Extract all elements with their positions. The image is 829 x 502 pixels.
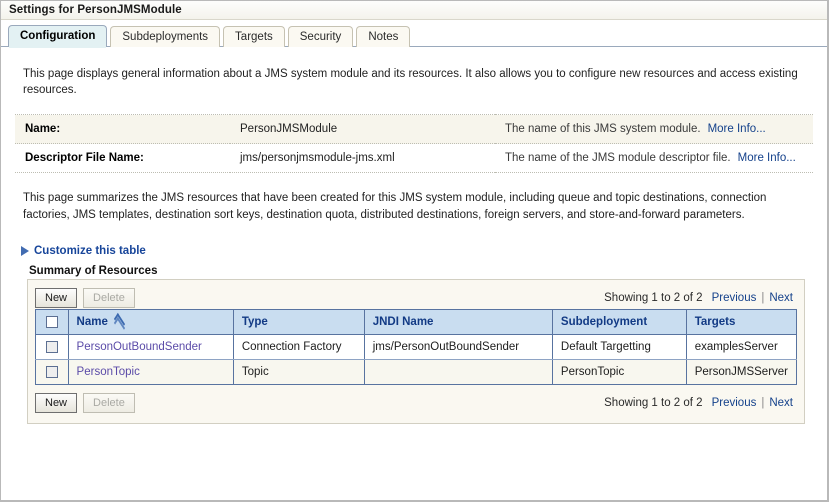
table-row: PersonOutBoundSender Connection Factory … [35, 334, 797, 361]
pager-top: Showing 1 to 2 of 2 Previous | Next [604, 292, 797, 304]
table-toolbar-top: New Delete Showing 1 to 2 of 2 Previous … [35, 287, 797, 309]
pager-separator-bottom: | [761, 397, 765, 410]
delete-button-bottom: Delete [83, 393, 135, 414]
pager-next-bottom[interactable]: Next [769, 397, 793, 409]
tab-security-label: Security [299, 31, 342, 43]
pager-previous-bottom[interactable]: Previous [712, 397, 757, 409]
cell-name: PersonOutBoundSender [68, 334, 234, 361]
triangle-right-icon [21, 246, 29, 257]
sort-ascending-icon [113, 318, 124, 326]
info-label-name: Name: [15, 114, 230, 145]
page-titlebar: Settings for PersonJMSModule [1, 1, 827, 20]
info-row-descriptor: Descriptor File Name: jms/personjmsmodul… [15, 143, 813, 174]
more-info-link-descriptor[interactable]: More Info... [738, 152, 796, 164]
settings-page: Settings for PersonJMSModule Configurati… [0, 0, 829, 502]
column-header-jndi-name[interactable]: JNDI Name [364, 309, 553, 336]
info-value-name: PersonJMSModule [230, 114, 495, 145]
pager-count-top: Showing 1 to 2 of 2 [604, 292, 703, 305]
new-button-bottom[interactable]: New [35, 393, 78, 414]
tab-notes[interactable]: Notes [356, 26, 411, 47]
intro-paragraph: This page displays general information a… [23, 68, 798, 96]
tab-subdeployments-label: Subdeployments [122, 31, 209, 43]
info-label-descriptor: Descriptor File Name: [15, 143, 230, 174]
resource-link-person-out-bound-sender[interactable]: PersonOutBoundSender [77, 341, 202, 353]
pager-separator-top: | [761, 292, 765, 305]
info-row-name: Name: PersonJMSModule The name of this J… [15, 114, 813, 145]
tab-security[interactable]: Security [287, 26, 354, 47]
row-checkbox[interactable] [45, 341, 58, 354]
column-header-name[interactable]: Name [68, 309, 234, 336]
select-all-checkbox[interactable] [45, 316, 58, 329]
tab-configuration[interactable]: Configuration [8, 25, 108, 48]
customize-table-row[interactable]: Customize this table [21, 245, 817, 257]
resource-link-person-topic[interactable]: PersonTopic [77, 366, 140, 378]
cell-type: Connection Factory [233, 334, 365, 361]
info-desc-descriptor: The name of the JMS module descriptor fi… [495, 143, 813, 174]
pager-next-top[interactable]: Next [769, 292, 793, 304]
cell-jndi-name [364, 359, 553, 385]
page-content: This page displays general information a… [1, 67, 827, 425]
cell-name: PersonTopic [68, 359, 234, 385]
column-header-type-label: Type [241, 316, 268, 329]
delete-button-top: Delete [83, 288, 135, 309]
info-desc-descriptor-text: The name of the JMS module descriptor fi… [505, 152, 731, 165]
tab-strip: Configuration Subdeployments Targets Sec… [1, 20, 827, 48]
pager-count-bottom: Showing 1 to 2 of 2 [604, 397, 703, 410]
info-value-descriptor: jms/personjmsmodule-jms.xml [230, 143, 495, 174]
column-header-targets[interactable]: Targets [686, 309, 797, 336]
cell-targets: PersonJMSServer [686, 359, 797, 385]
pager-bottom: Showing 1 to 2 of 2 Previous | Next [604, 397, 797, 409]
tab-notes-label: Notes [368, 31, 399, 43]
tab-targets-label: Targets [235, 31, 273, 43]
pager-previous-top[interactable]: Previous [712, 292, 757, 304]
more-info-link-name[interactable]: More Info... [708, 123, 766, 135]
module-info-table: Name: PersonJMSModule The name of this J… [15, 114, 813, 174]
row-checkbox[interactable] [45, 366, 58, 379]
cell-subdeployment: Default Targetting [552, 334, 687, 361]
cell-subdeployment: PersonTopic [552, 359, 687, 385]
table-row: PersonTopic Topic PersonTopic PersonJMSS… [35, 359, 797, 385]
resources-table-header-row: Name Type JNDI Name Subdeployment Target [35, 309, 797, 336]
table-toolbar-bottom: New Delete Showing 1 to 2 of 2 Previous … [35, 392, 797, 414]
column-header-type[interactable]: Type [233, 309, 365, 336]
summary-of-resources-title: Summary of Resources [29, 265, 158, 278]
cell-targets: examplesServer [686, 334, 797, 361]
summary-paragraph: This page summarizes the JMS resources t… [23, 192, 767, 221]
new-button-top[interactable]: New [35, 288, 78, 309]
tab-targets[interactable]: Targets [223, 26, 285, 47]
column-header-subdeployment-label: Subdeployment [560, 316, 648, 329]
column-header-subdeployment[interactable]: Subdeployment [552, 309, 687, 336]
resources-table: Name Type JNDI Name Subdeployment Target [35, 309, 797, 386]
column-header-targets-label: Targets [694, 316, 736, 329]
tab-subdeployments[interactable]: Subdeployments [110, 26, 221, 47]
column-header-jndi-name-label: JNDI Name [372, 316, 434, 329]
page-title: Settings for PersonJMSModule [9, 4, 182, 16]
row-select-cell [35, 334, 69, 361]
info-desc-name-text: The name of this JMS system module. [505, 123, 701, 136]
column-header-name-label: Name [76, 316, 108, 329]
resources-table-body: PersonOutBoundSender Connection Factory … [35, 334, 797, 385]
cell-jndi-name: jms/PersonOutBoundSender [364, 334, 553, 361]
tab-configuration-label: Configuration [20, 30, 96, 42]
cell-type: Topic [233, 359, 365, 385]
resources-table-head: Name Type JNDI Name Subdeployment Target [35, 309, 797, 336]
info-desc-name: The name of this JMS system module. More … [495, 114, 813, 145]
customize-table-link[interactable]: Customize this table [34, 245, 146, 257]
resources-panel: New Delete Showing 1 to 2 of 2 Previous … [27, 279, 805, 425]
row-select-cell [35, 359, 69, 385]
select-all-header [35, 309, 69, 336]
